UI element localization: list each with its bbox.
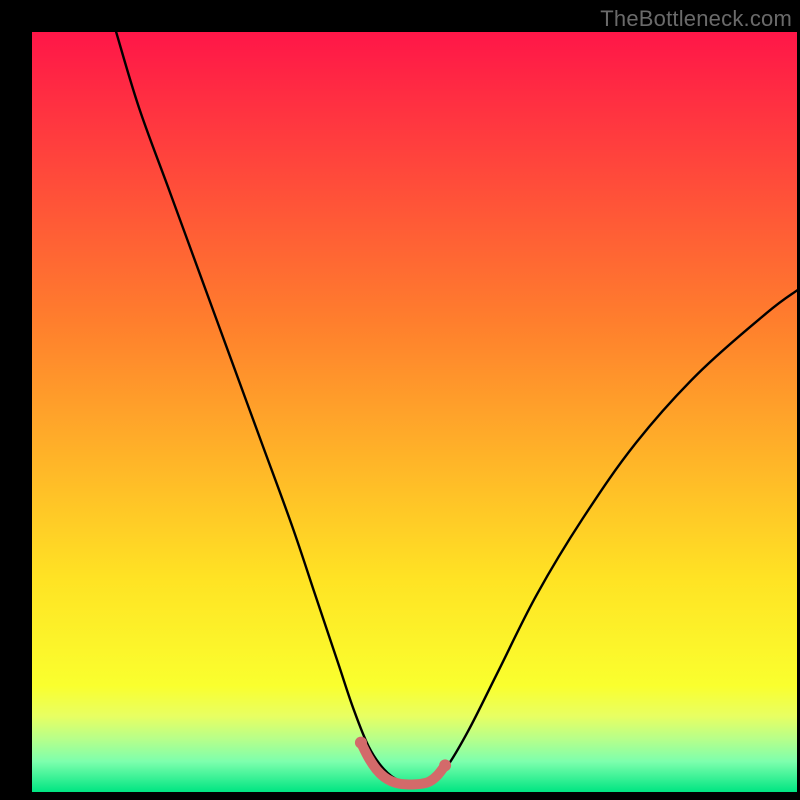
gradient-bg — [32, 32, 797, 792]
highlight-endpoint-left — [355, 737, 367, 749]
chart-frame: TheBottleneck.com — [0, 0, 800, 800]
plot-area — [32, 32, 797, 792]
highlight-endpoint-right — [439, 759, 451, 771]
chart-svg — [32, 32, 797, 792]
watermark-text: TheBottleneck.com — [600, 6, 792, 32]
